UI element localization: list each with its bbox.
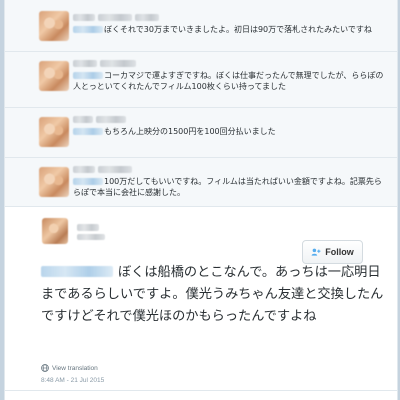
globe-icon	[41, 364, 49, 372]
reply-author-blurred	[73, 60, 387, 67]
follow-button[interactable]: Follow	[302, 240, 363, 264]
reply-text: もちろん上映分の1500円を100回分払いました	[73, 126, 387, 137]
reply-tweet[interactable]: コーカマジで運よすぎですね。ぼくは仕事だったんで無理でしたが、ららぽの人とっとい…	[5, 52, 397, 108]
reply-tweet[interactable]: ぼくそれで30万までいきましたよ。初日は90万で落札されたみたいですね	[5, 0, 397, 52]
mention-blurred[interactable]	[41, 266, 113, 277]
reply-text: 100万だしてもいいですね。フィルムは当たればいい金額ですよね。記票先ららぽで本…	[73, 177, 382, 197]
reply-author-blurred	[73, 116, 387, 123]
follow-label: Follow	[325, 247, 354, 257]
avatar[interactable]	[39, 11, 69, 41]
avatar[interactable]	[39, 117, 69, 147]
reply-list: ぼくそれで30万までいきましたよ。初日は90万で落札されたみたいですね コーカマ…	[5, 0, 397, 210]
mention-blurred	[73, 72, 103, 79]
reply-author-blurred	[73, 166, 387, 173]
reply-text: コーカマジで運よすぎですね。ぼくは仕事だったんで無理でしたが、ららぽの人とっとい…	[73, 71, 384, 91]
add-user-icon	[311, 248, 321, 256]
mention-blurred	[73, 26, 103, 33]
tweet-text: ぼくは船橋のとこなんで。あっちは一応明日まであるらしいですよ。僕光うみちゃん友達…	[41, 265, 384, 324]
view-translation-label: View translation	[52, 364, 98, 372]
divider	[5, 390, 397, 391]
reply-tweet[interactable]: もちろん上映分の1500円を100回分払いました	[5, 108, 397, 158]
mention-blurred	[73, 178, 103, 185]
view-translation-link[interactable]: View translation	[41, 364, 98, 372]
reply-author-blurred	[73, 14, 387, 21]
avatar[interactable]	[39, 61, 69, 91]
reply-tweet[interactable]: 100万だしてもいいですね。フィルムは当たればいい金額ですよね。記票先ららぽで本…	[5, 158, 397, 210]
author-handle-blurred[interactable]	[77, 234, 105, 240]
mention-blurred	[73, 128, 103, 135]
avatar[interactable]	[39, 167, 69, 197]
tweet-timestamp[interactable]: 8:48 AM - 21 Jul 2015	[41, 377, 104, 384]
reply-text: ぼくそれで30万までいきましたよ。初日は90万で落札されたみたいですね	[73, 24, 387, 35]
avatar[interactable]	[42, 218, 68, 244]
author-name-blurred[interactable]	[77, 224, 99, 231]
tweet-column: ぼくそれで30万までいきましたよ。初日は90万で落札されたみたいですね コーカマ…	[4, 0, 398, 400]
